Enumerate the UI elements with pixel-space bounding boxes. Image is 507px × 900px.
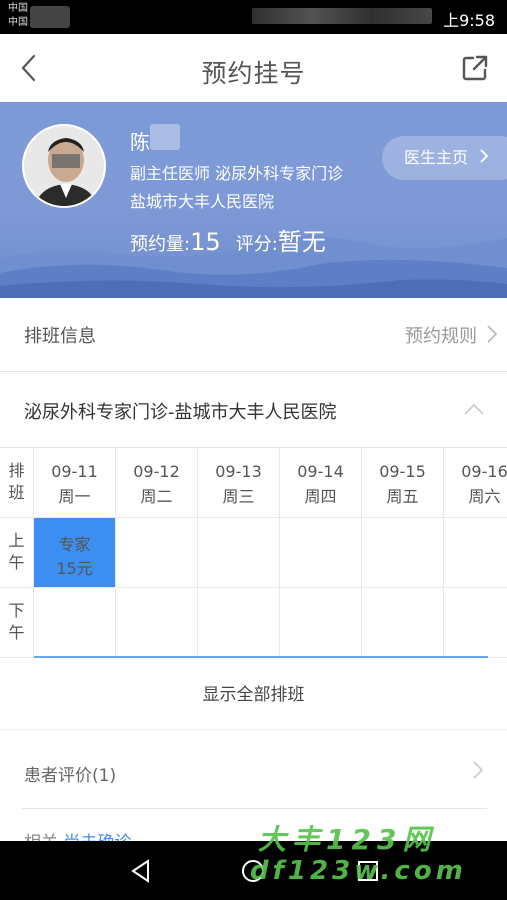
- schedule-info-row: 排班信息 预约规则: [0, 298, 507, 372]
- schedule-slot-empty: [444, 518, 507, 588]
- row-label-afternoon: 下 午: [0, 588, 34, 658]
- day-header: 09-12 周二: [116, 448, 198, 518]
- schedule-slot-empty: [280, 588, 362, 658]
- patient-review-label: 患者评价(1): [24, 766, 117, 786]
- schedule-slot-empty: [362, 518, 444, 588]
- grid-scroll-indicator: [34, 656, 488, 658]
- booking-label: 预约量:: [130, 234, 191, 255]
- name-blur: [150, 124, 180, 150]
- booking-count: 15: [190, 228, 221, 256]
- schedule-slot-available[interactable]: 专家 15元: [34, 518, 116, 588]
- clinic-label: 泌尿外科专家门诊-盐城市大丰人民医院: [24, 402, 337, 423]
- doctor-photo: [24, 126, 104, 206]
- doctor-hospital: 盐城市大丰人民医院: [130, 192, 275, 211]
- schedule-slot-empty: [198, 588, 280, 658]
- clinic-row[interactable]: 泌尿外科专家门诊-盐城市大丰人民医院: [0, 372, 507, 448]
- chevron-right-icon: [473, 761, 484, 779]
- schedule-slot-empty: [362, 588, 444, 658]
- day-date: 09-11: [51, 462, 98, 481]
- schedule-slot-empty: [116, 588, 198, 658]
- page-title: 预约挂号: [201, 59, 306, 88]
- day-date: 09-16: [461, 462, 507, 481]
- day-header: 09-14 周四: [280, 448, 362, 518]
- day-weekday: 周一: [58, 487, 91, 506]
- day-date: 09-12: [133, 462, 180, 481]
- booking-rules-link[interactable]: 预约规则: [405, 322, 477, 348]
- doctor-title-dept: 副主任医师 泌尿外科专家门诊: [130, 164, 344, 183]
- nav-back-icon[interactable]: [128, 858, 154, 884]
- status-bar: 中国 中国 上9:58: [0, 0, 507, 34]
- schedule-slot-empty: [34, 588, 116, 658]
- day-date: 09-14: [297, 462, 344, 481]
- watermark-line1: 大丰123网: [258, 823, 437, 856]
- chevron-right-icon: [480, 149, 489, 163]
- doctor-stats: 预约量:15 评分:暂无: [130, 222, 326, 257]
- day-date: 09-13: [215, 462, 262, 481]
- doctor-avatar[interactable]: [22, 124, 106, 208]
- carrier-blur: [30, 6, 70, 28]
- day-date: 09-15: [379, 462, 426, 481]
- day-weekday: 周四: [304, 487, 337, 506]
- schedule-grid: 排 班 09-11 周一 09-12 周二 09-13 周三 09-14 周四 …: [0, 448, 507, 658]
- day-header: 09-11 周一: [34, 448, 116, 518]
- doctor-banner: 陈 副主任医师 泌尿外科专家门诊 盐城市大丰人民医院 预约量:15 评分:暂无 …: [0, 102, 507, 298]
- carrier-label-2: 中国: [8, 17, 28, 28]
- schedule-slot-empty: [116, 518, 198, 588]
- schedule-slot-empty: [280, 518, 362, 588]
- slot-price: 15元: [56, 559, 93, 578]
- patient-review-row[interactable]: 患者评价(1): [0, 730, 507, 808]
- divider: [22, 808, 487, 809]
- doctor-name: 陈: [130, 130, 150, 154]
- schedule-slot-empty: [444, 588, 507, 658]
- score-value: 暂无: [277, 228, 326, 256]
- show-all-schedule-button[interactable]: 显示全部排班: [0, 660, 507, 730]
- day-weekday: 周二: [140, 487, 173, 506]
- day-header: 09-16 周六: [444, 448, 507, 518]
- chevron-up-icon[interactable]: [463, 402, 485, 416]
- day-header: 09-13 周三: [198, 448, 280, 518]
- status-time: 上9:58: [443, 11, 495, 30]
- chevron-right-icon: [487, 325, 498, 343]
- share-icon[interactable]: [461, 54, 489, 82]
- schedule-slot-empty: [198, 518, 280, 588]
- doctor-homepage-button[interactable]: 医生主页: [382, 136, 507, 180]
- slot-type: 专家: [58, 535, 91, 554]
- app-header: 预约挂号: [0, 34, 507, 102]
- homepage-button-label: 医生主页: [404, 148, 469, 167]
- day-weekday: 周五: [386, 487, 419, 506]
- carrier-label: 中国: [8, 3, 28, 14]
- day-weekday: 周三: [222, 487, 255, 506]
- score-label: 评分:: [235, 234, 278, 255]
- day-weekday: 周六: [468, 487, 501, 506]
- status-icons-blur: [252, 8, 432, 24]
- day-header: 09-15 周五: [362, 448, 444, 518]
- row-label-morning: 上 午: [0, 518, 34, 588]
- schedule-side-header: 排 班: [0, 448, 34, 518]
- watermark-line2: df123w.com: [250, 856, 467, 886]
- schedule-info-label: 排班信息: [24, 326, 96, 347]
